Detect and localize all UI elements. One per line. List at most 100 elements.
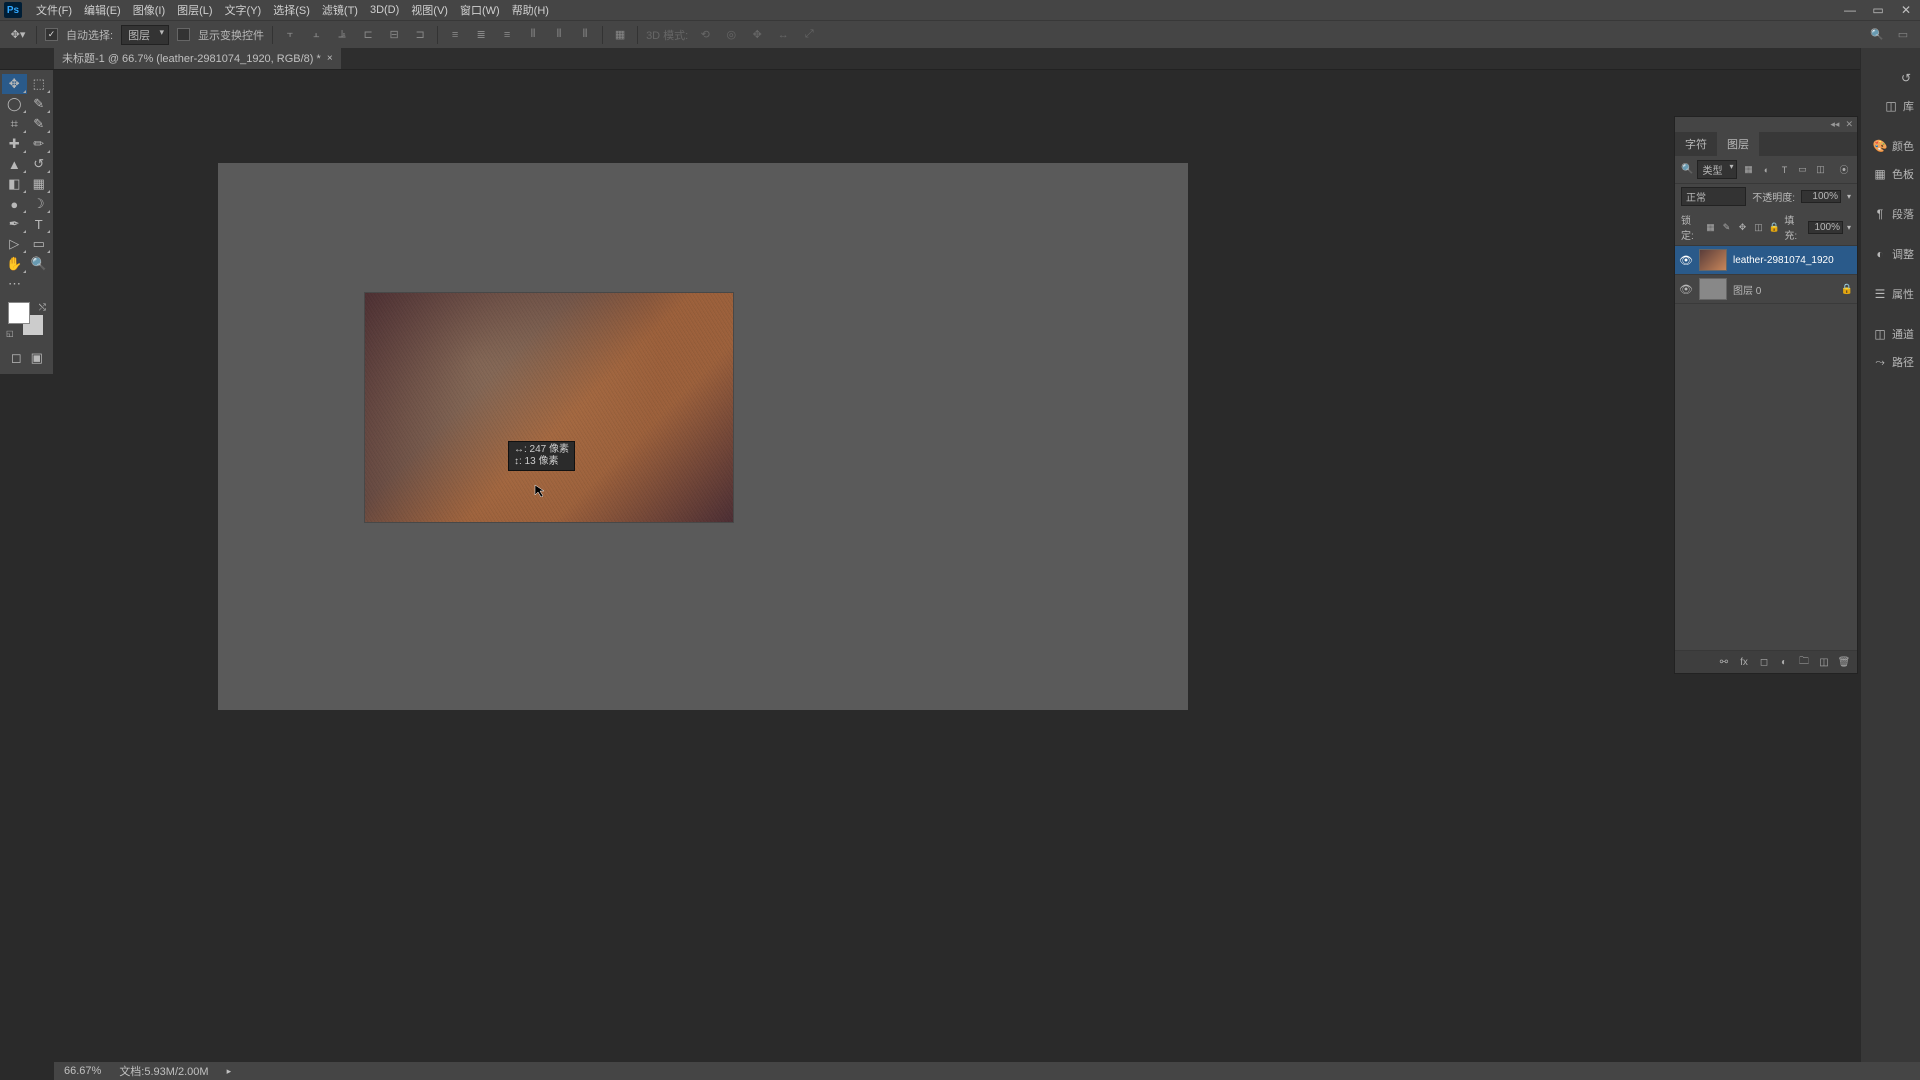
menu-edit[interactable]: 编辑(E) — [78, 2, 127, 18]
eyedropper-tool[interactable]: ✎ — [27, 114, 52, 134]
dock-swatches[interactable]: ▦色板 — [1861, 160, 1920, 188]
lasso-tool[interactable]: ◯ — [2, 94, 27, 114]
zoom-level[interactable]: 66.67% — [64, 1065, 101, 1077]
opacity-dropdown-icon[interactable]: ▾ — [1847, 192, 1851, 201]
gradient-tool[interactable]: ▦ — [27, 174, 52, 194]
maximize-button[interactable]: ▭ — [1864, 0, 1892, 20]
new-layer-icon[interactable]: ◫ — [1817, 655, 1831, 669]
layer-group-icon[interactable]: 🗀 — [1797, 655, 1811, 669]
auto-select-dropdown[interactable]: 图层 — [121, 25, 169, 45]
foreground-color-swatch[interactable] — [8, 302, 30, 324]
quick-select-tool[interactable]: ✎ — [27, 94, 52, 114]
move-tool-icon[interactable]: ✥▾ — [8, 25, 28, 45]
dock-history[interactable]: ↺ — [1861, 64, 1920, 92]
screen-mode-icon[interactable]: ▣ — [27, 348, 48, 368]
swap-colors-icon[interactable]: ⤭ — [39, 302, 46, 313]
close-panel-icon[interactable]: ✕ — [1845, 119, 1853, 130]
dock-paragraph[interactable]: ¶段落 — [1861, 200, 1920, 228]
blur-tool[interactable]: ● — [2, 194, 27, 214]
align-vertical-centers-icon[interactable]: ⫠ — [307, 26, 325, 44]
menu-window[interactable]: 窗口(W) — [454, 2, 506, 18]
rectangle-tool[interactable]: ▭ — [27, 234, 52, 254]
distribute-bottom-icon[interactable]: ≡ — [498, 26, 516, 44]
fill-dropdown-icon[interactable]: ▾ — [1847, 223, 1851, 232]
close-tab-icon[interactable]: × — [327, 53, 333, 64]
menu-file[interactable]: 文件(F) — [30, 2, 78, 18]
eraser-tool[interactable]: ◧ — [2, 174, 27, 194]
align-bottom-edges-icon[interactable]: ⫡ — [333, 26, 351, 44]
filter-toggle-icon[interactable]: ⦿ — [1837, 163, 1851, 177]
minimize-button[interactable]: — — [1836, 0, 1864, 20]
layer-item[interactable]: 👁 图层 0 🔒 — [1675, 275, 1857, 304]
show-transform-checkbox[interactable] — [177, 28, 190, 41]
menu-3d[interactable]: 3D(D) — [364, 4, 405, 16]
brush-tool[interactable]: ✏ — [27, 134, 52, 154]
close-button[interactable]: ✕ — [1892, 0, 1920, 20]
status-doc-info[interactable]: 文档:5.93M/2.00M — [119, 1063, 208, 1079]
zoom-tool[interactable]: 🔍 — [27, 254, 52, 274]
workspace-icon[interactable]: ▭ — [1894, 26, 1912, 44]
layer-thumbnail[interactable] — [1699, 278, 1727, 300]
lock-image-icon[interactable]: ✎ — [1720, 220, 1732, 234]
filter-shape-icon[interactable]: ▭ — [1795, 163, 1809, 177]
layer-thumbnail[interactable] — [1699, 249, 1727, 271]
dock-paths[interactable]: ⤳路径 — [1861, 348, 1920, 376]
blend-mode-dropdown[interactable]: 正常 — [1681, 187, 1746, 206]
delete-layer-icon[interactable]: 🗑 — [1837, 655, 1851, 669]
menu-select[interactable]: 选择(S) — [267, 2, 316, 18]
type-tool[interactable]: T — [27, 214, 52, 234]
dock-channels[interactable]: ◫通道 — [1861, 320, 1920, 348]
filter-type-icon[interactable]: T — [1777, 163, 1791, 177]
distribute-top-icon[interactable]: ≡ — [446, 26, 464, 44]
artboard-tool[interactable]: ⬚ — [27, 74, 52, 94]
dock-library[interactable]: ◫库 — [1861, 92, 1920, 120]
filter-pixel-icon[interactable]: ▦ — [1741, 163, 1755, 177]
auto-select-checkbox[interactable] — [45, 28, 58, 41]
visibility-toggle-icon[interactable]: 👁 — [1679, 254, 1693, 267]
layer-name[interactable]: leather-2981074_1920 — [1733, 255, 1853, 266]
distribute-hcenter-icon[interactable]: ⦀ — [550, 26, 568, 44]
distribute-vcenter-icon[interactable]: ≣ — [472, 26, 490, 44]
collapse-panel-icon[interactable]: ◂◂ — [1830, 119, 1839, 130]
opacity-input[interactable]: 100% — [1801, 190, 1841, 203]
filter-search-icon[interactable]: 🔍 — [1681, 164, 1693, 175]
distribute-right-icon[interactable]: ⦀ — [576, 26, 594, 44]
distribute-left-icon[interactable]: ⦀ — [524, 26, 542, 44]
filter-smart-icon[interactable]: ◫ — [1813, 163, 1827, 177]
healing-tool[interactable]: ✚ — [2, 134, 27, 154]
leather-image-layer[interactable] — [365, 293, 733, 522]
layer-mask-icon[interactable]: ◻ — [1757, 655, 1771, 669]
search-icon[interactable]: 🔍 — [1868, 26, 1886, 44]
artboard[interactable]: ↔: 247 像素 ↕: 13 像素 — [218, 163, 1188, 710]
menu-type[interactable]: 文字(Y) — [219, 2, 268, 18]
menu-layer[interactable]: 图层(L) — [171, 2, 218, 18]
dock-color[interactable]: 🎨颜色 — [1861, 132, 1920, 160]
menu-image[interactable]: 图像(I) — [127, 2, 171, 18]
layer-fx-icon[interactable]: fx — [1737, 655, 1751, 669]
link-layers-icon[interactable]: ⚯ — [1717, 655, 1731, 669]
menu-view[interactable]: 视图(V) — [405, 2, 454, 18]
dock-adjustments[interactable]: ◐调整 — [1861, 240, 1920, 268]
document-tab[interactable]: 未标题-1 @ 66.7% (leather-2981074_1920, RGB… — [54, 47, 341, 69]
crop-tool[interactable]: ⌗ — [2, 114, 27, 134]
hand-tool[interactable]: ✋ — [2, 254, 27, 274]
history-brush-tool[interactable]: ↺ — [27, 154, 52, 174]
layer-item[interactable]: 👁 leather-2981074_1920 — [1675, 246, 1857, 275]
menu-help[interactable]: 帮助(H) — [506, 2, 555, 18]
filter-adjust-icon[interactable]: ◐ — [1759, 163, 1773, 177]
tab-layers[interactable]: 图层 — [1717, 132, 1759, 156]
visibility-toggle-icon[interactable]: 👁 — [1679, 283, 1693, 296]
default-colors-icon[interactable]: ◱ — [6, 329, 14, 338]
adjustment-layer-icon[interactable]: ◐ — [1777, 655, 1791, 669]
stamp-tool[interactable]: ▲ — [2, 154, 27, 174]
lock-artboard-icon[interactable]: ◫ — [1752, 220, 1764, 234]
canvas-area[interactable]: ↔: 247 像素 ↕: 13 像素 — [54, 70, 1860, 1056]
align-right-edges-icon[interactable]: ⊐ — [411, 26, 429, 44]
menu-filter[interactable]: 滤镜(T) — [316, 2, 364, 18]
dock-properties[interactable]: ☰属性 — [1861, 280, 1920, 308]
lock-all-icon[interactable]: 🔒 — [1768, 220, 1780, 234]
status-flyout-icon[interactable]: ▸ — [227, 1066, 232, 1077]
pen-tool[interactable]: ✒ — [2, 214, 27, 234]
dodge-tool[interactable]: ☽ — [27, 194, 52, 214]
layer-name[interactable]: 图层 0 — [1733, 282, 1835, 297]
